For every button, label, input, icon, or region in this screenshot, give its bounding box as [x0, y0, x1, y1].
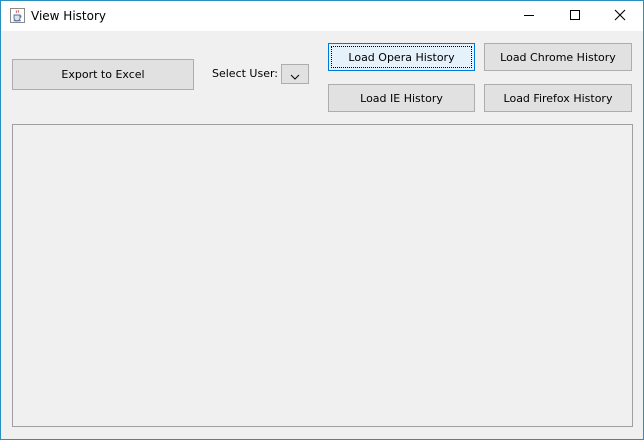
window-title: View History: [31, 9, 106, 23]
minimize-icon: [523, 6, 535, 25]
close-icon: [614, 6, 626, 25]
export-to-excel-button[interactable]: Export to Excel: [12, 59, 194, 90]
minimize-button[interactable]: [506, 1, 552, 30]
load-opera-history-button[interactable]: Load Opera History: [328, 43, 475, 71]
maximize-icon: [569, 6, 581, 25]
load-firefox-history-label: Load Firefox History: [503, 91, 613, 105]
app-window: View History Export to Excel Select User…: [0, 0, 644, 440]
load-chrome-history-button[interactable]: Load Chrome History: [484, 43, 632, 71]
title-bar: View History: [1, 1, 643, 31]
load-firefox-history-button[interactable]: Load Firefox History: [484, 84, 632, 112]
load-chrome-history-label: Load Chrome History: [500, 50, 616, 64]
java-cup-icon: [10, 8, 25, 23]
chevron-down-icon: [290, 65, 300, 84]
close-button[interactable]: [597, 1, 643, 30]
user-select[interactable]: [281, 64, 309, 84]
load-ie-history-label: Load IE History: [360, 91, 443, 105]
history-panel[interactable]: [12, 124, 633, 427]
maximize-button[interactable]: [552, 1, 598, 30]
load-ie-history-button[interactable]: Load IE History: [328, 84, 475, 112]
export-to-excel-label: Export to Excel: [61, 68, 145, 81]
select-user-label: Select User:: [212, 67, 279, 80]
load-opera-history-label: Load Opera History: [348, 50, 455, 64]
content-area: Export to Excel Select User: Load Opera …: [1, 31, 643, 439]
